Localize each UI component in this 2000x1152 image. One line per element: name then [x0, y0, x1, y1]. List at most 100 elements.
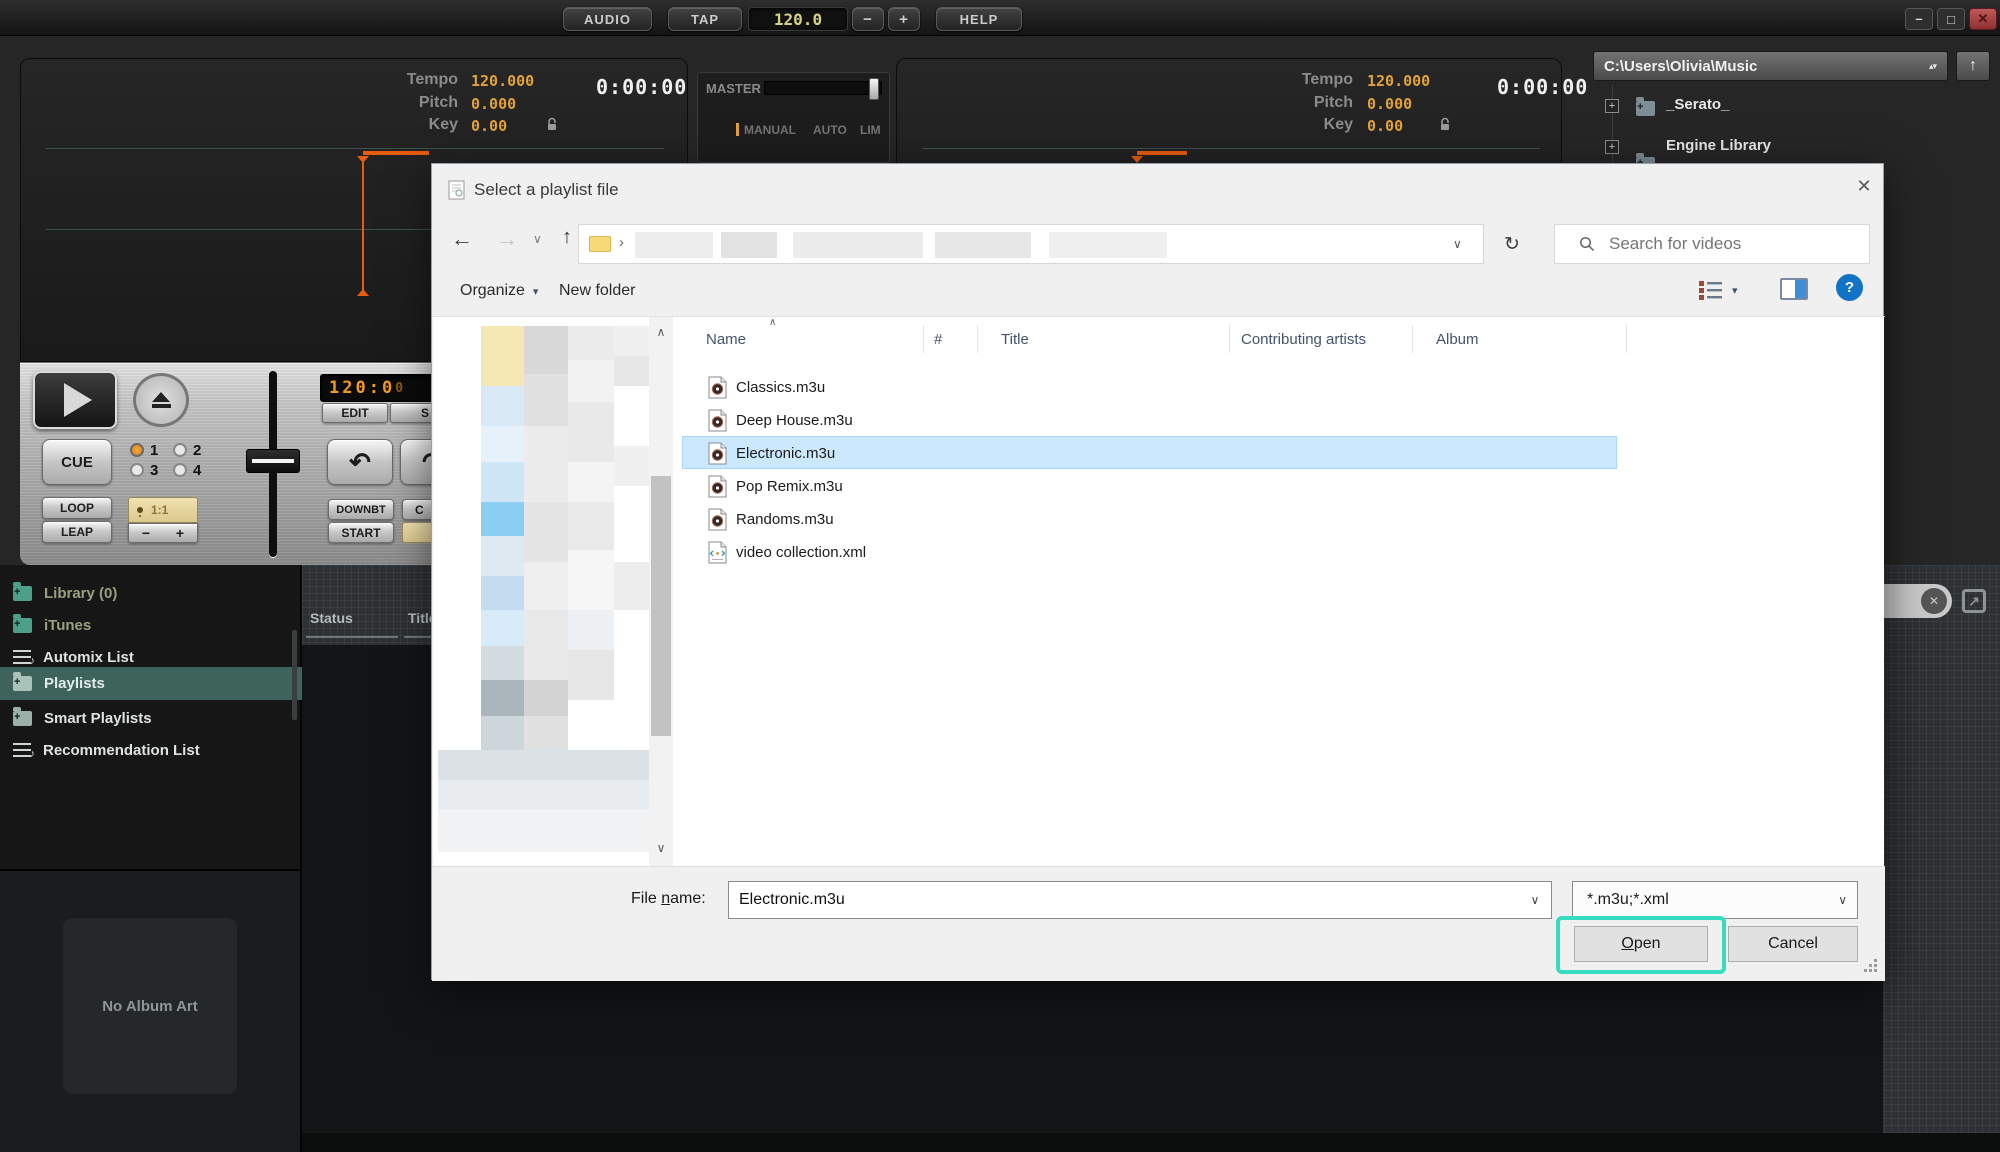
scrollbar-thumb[interactable] — [651, 476, 671, 736]
file-row[interactable]: video collection.xml — [708, 536, 866, 568]
audio-button[interactable]: AUDIO — [563, 7, 652, 31]
scroll-up-icon[interactable]: ∧ — [649, 325, 673, 339]
column-header-album[interactable]: Album — [1436, 331, 1479, 348]
pitch-label: Pitch — [1233, 94, 1353, 112]
downbeat-button[interactable]: DOWNBT — [328, 499, 394, 520]
minimize-button[interactable]: – — [1905, 8, 1933, 30]
search-input[interactable] — [1609, 234, 1849, 254]
address-dropdown-icon[interactable]: ∨ — [1453, 237, 1462, 251]
browser-folder-serato[interactable]: _Serato_ — [1666, 96, 1729, 113]
leap-button[interactable]: LEAP — [42, 521, 112, 543]
column-header-name[interactable]: Name — [706, 331, 746, 348]
view-caret-icon[interactable]: ▾ — [1732, 284, 1738, 297]
tree-expand-icon[interactable]: + — [1605, 140, 1619, 154]
sidebar-item-smart-playlists[interactable]: Smart Playlists — [0, 702, 300, 734]
preview-pane-icon[interactable] — [1780, 278, 1808, 300]
maximize-button[interactable]: □ — [1937, 8, 1965, 30]
beat-stepper[interactable]: − + — [128, 523, 198, 543]
nav-history-chevron-icon[interactable]: ∨ — [533, 232, 542, 246]
loop-marker — [1137, 151, 1187, 155]
file-name-combo[interactable]: ∨ — [728, 881, 1552, 919]
loop-button[interactable]: LOOP — [42, 497, 112, 519]
key-lock-icon[interactable] — [544, 116, 560, 132]
help-icon[interactable]: ? — [1836, 274, 1863, 301]
m3u-file-icon — [708, 442, 727, 465]
file-row[interactable]: Classics.m3u — [708, 371, 825, 403]
bpm-decrease-button[interactable]: − — [852, 7, 884, 31]
file-name-label: File name: — [631, 890, 706, 908]
pitch-slider-handle[interactable] — [246, 449, 300, 473]
browser-path-dropdown[interactable]: C:\Users\Olivia\Music ▴▾ — [1593, 51, 1948, 81]
beat-pin-icon — [137, 507, 143, 513]
hotcue-1-radio[interactable] — [130, 443, 144, 457]
master-manual-button[interactable]: MANUAL — [744, 123, 796, 137]
master-volume-slider[interactable] — [764, 81, 882, 95]
help-button[interactable]: HELP — [936, 7, 1022, 31]
file-row[interactable]: Randoms.m3u — [708, 503, 834, 535]
tree-expand-icon[interactable]: + — [1605, 99, 1619, 113]
undo-button[interactable]: ↶ — [327, 439, 393, 485]
tap-button[interactable]: TAP — [668, 7, 742, 31]
cue-button[interactable]: CUE — [42, 439, 112, 485]
new-folder-button[interactable]: New folder — [559, 282, 635, 300]
play-icon — [64, 383, 92, 417]
resize-grip[interactable] — [1864, 959, 1878, 973]
beat-plus-button[interactable]: + — [176, 525, 184, 541]
tempo-value: 120.000 — [471, 72, 534, 90]
close-window-button[interactable]: ✕ — [1969, 8, 1997, 30]
file-name-input[interactable] — [729, 891, 1519, 909]
search-clear-icon[interactable]: ✕ — [1921, 588, 1947, 614]
tempo-label: Tempo — [338, 71, 458, 89]
hotcue-2-label: 2 — [193, 442, 201, 459]
pitch-label: Pitch — [338, 94, 458, 112]
refresh-icon[interactable]: ↻ — [1492, 224, 1532, 264]
bpm-increase-button[interactable]: + — [888, 7, 920, 31]
sidebar-item-playlists[interactable]: Playlists — [0, 667, 302, 700]
playhead-bottom-marker — [357, 289, 369, 296]
playlist-icon: ♪ — [13, 743, 31, 757]
hotcue-4-radio[interactable] — [173, 463, 187, 477]
file-row[interactable]: Pop Remix.m3u — [708, 470, 843, 502]
column-header-contributing-artists[interactable]: Contributing artists — [1241, 331, 1366, 348]
combo-dropdown-icon[interactable]: ∨ — [1519, 893, 1551, 907]
up-directory-icon[interactable]: ↑ — [562, 226, 572, 249]
hotcue-2-radio[interactable] — [173, 443, 187, 457]
filter-dropdown-icon: ∨ — [1838, 893, 1847, 907]
file-row[interactable]: Deep House.m3u — [708, 404, 853, 436]
pitch-value: 0.000 — [1367, 95, 1412, 113]
browser-up-button[interactable]: ↑ — [1956, 51, 1990, 81]
cancel-button[interactable]: Cancel — [1728, 926, 1858, 962]
address-bar[interactable]: › ∨ — [578, 224, 1484, 264]
organize-button[interactable]: Organize ▾ — [460, 282, 538, 300]
browser-folder-engine-library[interactable]: Engine Library — [1666, 137, 1771, 154]
external-link-icon[interactable]: ↗ — [1962, 589, 1986, 613]
key-label: Key — [1233, 116, 1353, 134]
edit-button[interactable]: EDIT — [322, 403, 388, 423]
play-button[interactable] — [33, 371, 117, 429]
file-row-selected[interactable]: Electronic.m3u — [708, 437, 835, 469]
sidebar-item-library[interactable]: Library (0) — [0, 577, 300, 609]
view-options-icon[interactable] — [1698, 280, 1724, 300]
dialog-close-icon[interactable]: ✕ — [1852, 176, 1876, 200]
open-button[interactable]: Open — [1574, 926, 1708, 962]
scroll-down-icon[interactable]: ∨ — [649, 841, 673, 855]
file-type-filter-dropdown[interactable]: *.m3u;*.xml ∨ — [1572, 881, 1858, 919]
column-header-number[interactable]: # — [934, 331, 942, 348]
master-volume-handle[interactable] — [869, 78, 879, 100]
eject-button[interactable] — [133, 373, 189, 427]
sidebar-item-recommendation[interactable]: ♪ Recommendation List — [0, 734, 300, 766]
start-button[interactable]: START — [328, 522, 394, 543]
hotcue-3-radio[interactable] — [130, 463, 144, 477]
dialog-search-box[interactable] — [1554, 224, 1870, 264]
key-lock-icon[interactable] — [1437, 116, 1453, 132]
column-header-title[interactable]: Title — [1001, 331, 1029, 348]
back-icon[interactable]: ← — [451, 226, 473, 252]
master-lim-button[interactable]: LIM — [860, 123, 881, 137]
status-column-header[interactable]: Status — [310, 610, 353, 626]
tree-scrollbar[interactable]: ∧ ∨ — [649, 317, 673, 866]
beat-minus-button[interactable]: − — [142, 525, 150, 541]
folder-tree-redacted: ∧ ∨ — [434, 317, 676, 866]
master-auto-button[interactable]: AUTO — [813, 123, 847, 137]
sidebar-item-itunes[interactable]: iTunes — [0, 609, 300, 641]
sidebar-scrollbar[interactable] — [292, 630, 297, 720]
